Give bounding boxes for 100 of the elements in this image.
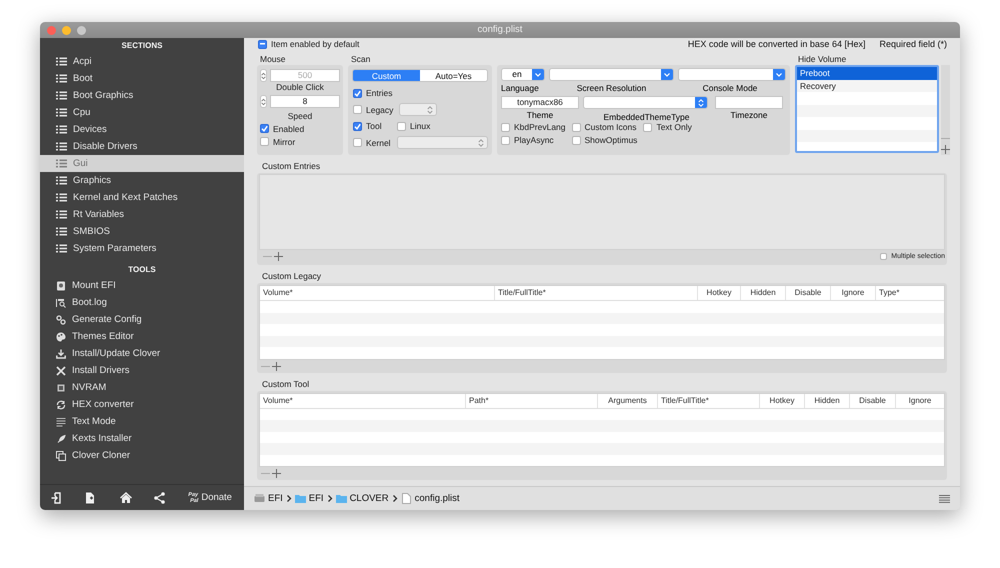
sidebar-item[interactable]: Kernel and Kext Patches: [40, 189, 244, 206]
column-header[interactable]: Volume*: [260, 286, 495, 300]
field-label: Language: [501, 83, 540, 93]
sidebar-item[interactable]: Kexts Installer: [40, 430, 244, 447]
up-down-chevron-icon: [427, 106, 434, 114]
check-icon: [354, 90, 361, 97]
stepper[interactable]: [260, 69, 267, 82]
path-item[interactable]: EFI: [268, 493, 283, 504]
section-heading: TOOLS: [128, 264, 156, 276]
checkbox-label: Tool: [366, 121, 382, 132]
sidebar-item[interactable]: Disable Drivers: [40, 138, 244, 155]
sidebar-item[interactable]: System Parameters: [40, 240, 244, 257]
sidebar-item[interactable]: HEX converter: [40, 396, 244, 413]
checkbox[interactable]: [501, 136, 510, 144]
list-item[interactable]: Preboot: [797, 67, 937, 80]
theme-type-dropdown[interactable]: [583, 96, 708, 109]
add-icon[interactable]: [272, 362, 281, 370]
minimize-button[interactable]: [62, 26, 71, 34]
home-icon[interactable]: [120, 492, 132, 504]
number-field[interactable]: 8: [270, 95, 340, 108]
checkbox[interactable]: [260, 137, 269, 146]
checkbox[interactable]: [353, 138, 362, 148]
column-header[interactable]: Arguments: [598, 394, 658, 408]
sidebar-item[interactable]: Install Drivers: [40, 362, 244, 379]
column-header[interactable]: Volume*: [260, 394, 466, 408]
sidebar-item[interactable]: NVRAM: [40, 379, 244, 396]
checkbox[interactable]: [572, 122, 581, 132]
group-title: Hide Volume: [797, 54, 848, 65]
column-header[interactable]: Hidden: [805, 394, 850, 408]
console-mode-dropdown[interactable]: [678, 68, 786, 81]
checkbox[interactable]: [880, 253, 888, 260]
share-icon[interactable]: [154, 492, 166, 504]
chevron-right-icon: [286, 495, 292, 502]
column-header[interactable]: Title/FullTitle*: [658, 394, 760, 408]
column-header[interactable]: Type*: [876, 286, 944, 300]
column-header[interactable]: Ignore: [831, 286, 876, 300]
timezone-field[interactable]: [715, 96, 783, 109]
check-icon: [354, 122, 361, 130]
path-item[interactable]: CLOVER: [350, 493, 389, 504]
column-header[interactable]: Disable: [786, 286, 831, 300]
minus-icon: [260, 43, 265, 45]
checkbox[interactable]: [260, 124, 269, 133]
checkbox[interactable]: [353, 122, 362, 131]
import-icon[interactable]: [51, 492, 63, 504]
path-item[interactable]: config.plist: [414, 493, 460, 504]
dropdown[interactable]: [399, 103, 438, 116]
checkbox[interactable]: [397, 122, 406, 131]
gears-icon: [56, 314, 66, 324]
up-down-chevron-icon: [261, 98, 266, 106]
resolution-dropdown[interactable]: [549, 68, 674, 81]
sidebar-item[interactable]: Devices: [40, 121, 244, 138]
sidebar-item[interactable]: Themes Editor: [40, 328, 244, 345]
list-icon: [56, 176, 67, 185]
stepper[interactable]: [260, 95, 267, 108]
column-header[interactable]: Ignore: [896, 394, 944, 408]
zoom-button[interactable]: [77, 26, 86, 34]
close-button[interactable]: [47, 26, 56, 34]
column-header[interactable]: Hotkey: [698, 286, 741, 300]
sidebar-item[interactable]: SMBIOS: [40, 223, 244, 240]
checkbox-label: Linux: [410, 121, 430, 132]
list-icon: [56, 210, 67, 219]
checkbox[interactable]: [353, 88, 362, 98]
field-label: EmbeddedThemeType: [602, 112, 690, 122]
checkbox[interactable]: [501, 122, 510, 132]
segment-button[interactable]: Auto=Yes: [420, 70, 487, 81]
language-dropdown[interactable]: en: [501, 68, 545, 81]
column-header[interactable]: Hotkey: [760, 394, 805, 408]
sidebar-item[interactable]: Generate Config: [40, 311, 244, 328]
sidebar-item[interactable]: Clover Cloner: [40, 447, 244, 464]
sidebar-item[interactable]: Cpu: [40, 104, 244, 121]
list-item[interactable]: Recovery: [797, 80, 937, 92]
chevron-down-icon: [664, 72, 670, 76]
column-header[interactable]: Path*: [466, 394, 598, 408]
add-icon[interactable]: [941, 145, 950, 154]
sidebar-item[interactable]: Boot: [40, 70, 244, 87]
checkbox[interactable]: [258, 40, 267, 48]
list-icon: [56, 91, 67, 100]
sidebar-item[interactable]: Rt Variables: [40, 206, 244, 223]
sidebar-item[interactable]: Acpi: [40, 53, 244, 70]
column-header[interactable]: Hidden: [741, 286, 786, 300]
sidebar-item[interactable]: Graphics: [40, 172, 244, 189]
sidebar-item[interactable]: Install/Update Clover: [40, 345, 244, 362]
sidebar-item[interactable]: Text Mode: [40, 413, 244, 430]
path-item[interactable]: EFI: [308, 493, 324, 504]
checkbox[interactable]: [643, 122, 652, 132]
column-header[interactable]: Disable: [850, 394, 896, 408]
add-icon[interactable]: [272, 469, 281, 478]
column-header[interactable]: Title/FullTitle*: [495, 286, 698, 300]
refresh-icon: [56, 400, 66, 410]
sidebar-item[interactable]: Boot.log: [40, 294, 244, 311]
checkbox[interactable]: [572, 136, 581, 144]
chevron-down-icon: [535, 72, 541, 76]
theme-field[interactable]: tonymacx86: [501, 96, 579, 109]
up-down-chevron-icon: [261, 72, 266, 80]
checkbox[interactable]: [353, 105, 362, 114]
dropdown[interactable]: [397, 136, 488, 150]
sidebar-item[interactable]: Mount EFI: [40, 277, 244, 294]
segment-button[interactable]: Custom: [353, 70, 420, 81]
add-icon[interactable]: [274, 252, 283, 261]
sidebar-item[interactable]: Boot Graphics: [40, 87, 244, 104]
